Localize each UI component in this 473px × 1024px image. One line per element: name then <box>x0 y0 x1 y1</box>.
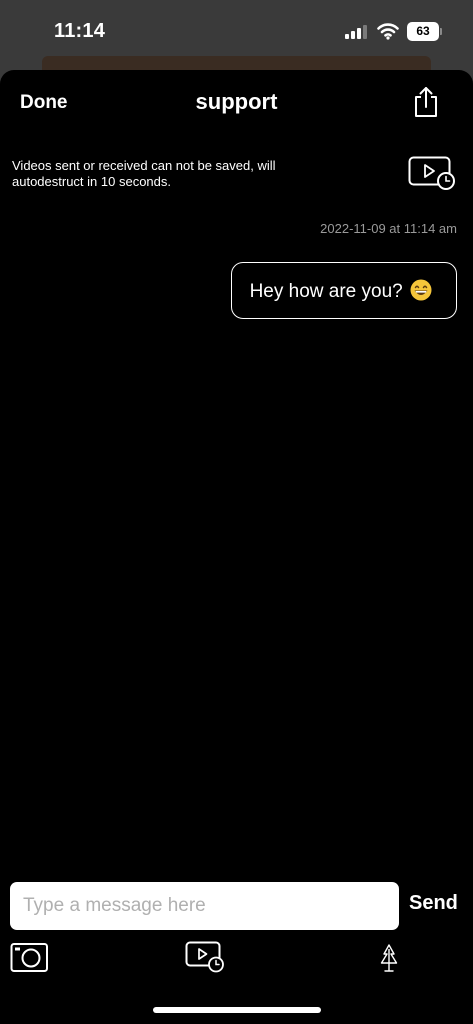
grinning-face-emoji-icon <box>410 279 432 301</box>
send-button[interactable]: Send <box>409 892 458 915</box>
cellular-signal-icon <box>345 25 369 39</box>
wifi-icon <box>377 22 399 40</box>
message-timestamp: 2022-11-09 at 11:14 am <box>320 221 457 236</box>
autodestruct-notice: Videos sent or received can not be saved… <box>12 158 276 189</box>
camera-icon[interactable] <box>10 941 49 973</box>
message-text: Hey how are you? <box>249 281 403 302</box>
status-time: 11:14 <box>54 20 106 42</box>
outgoing-message-bubble[interactable]: Hey how are you? <box>230 262 457 319</box>
video-timer-icon[interactable] <box>408 156 456 190</box>
share-icon[interactable] <box>412 86 440 118</box>
message-input[interactable] <box>10 882 399 930</box>
status-bar: 11:14 63 <box>0 0 473 62</box>
video-timer-icon[interactable] <box>185 941 225 973</box>
chat-sheet: Done support Videos sent or received can… <box>0 70 473 1024</box>
page-title: support <box>195 89 278 114</box>
battery-indicator: 63 <box>407 22 442 41</box>
tree-icon[interactable] <box>378 943 400 973</box>
home-indicator[interactable] <box>153 1007 321 1013</box>
